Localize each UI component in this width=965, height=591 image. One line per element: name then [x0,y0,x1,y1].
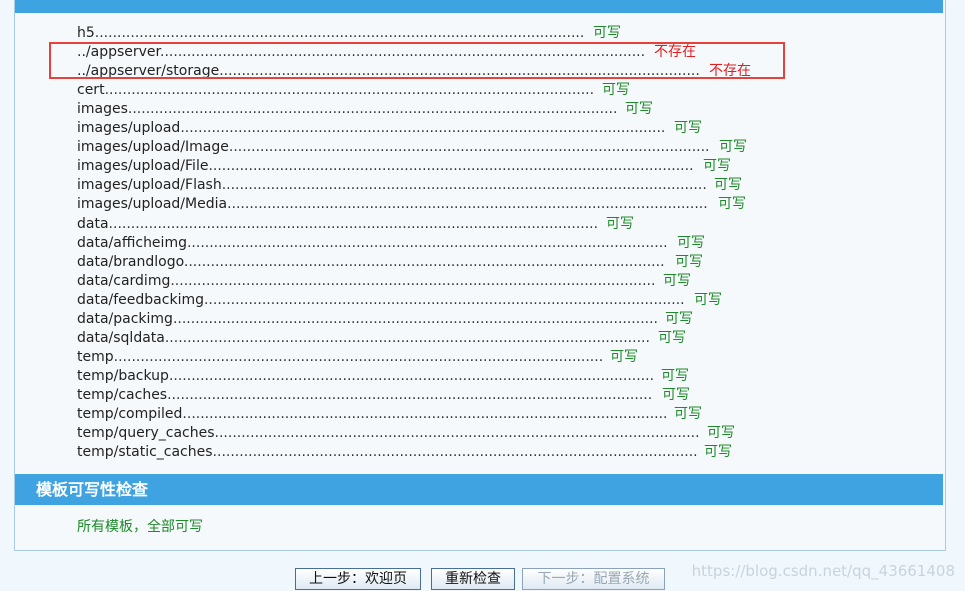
directory-path: images/upload [77,120,181,137]
dot-leader: ........................................… [228,139,710,156]
watermark: https://blog.csdn.net/qq_43661408 [691,562,955,580]
status-writable: 可写 [674,120,702,137]
directory-row: data/afficheimg.........................… [77,234,723,253]
dot-leader: ........................................… [214,425,700,442]
directory-row: images/upload...........................… [77,119,720,138]
directory-row: temp/query_caches.......................… [77,424,753,443]
dot-leader: ........................................… [167,386,653,403]
directory-row: h5......................................… [77,24,639,43]
directory-path: data/feedbackimg [77,291,204,308]
directory-path: data [77,215,109,232]
status-writable: 可写 [663,272,691,289]
directory-path: temp/backup [77,367,169,384]
directory-row: images/upload/File......................… [77,157,749,176]
directory-path: temp [77,348,114,365]
directory-row: images/upload/Flash.....................… [77,176,760,195]
directory-row: temp....................................… [77,348,656,367]
directory-path: temp/caches [77,386,168,403]
directory-row: data/cardimg............................… [77,272,709,291]
directory-row: data/packimg............................… [77,310,711,329]
template-check-result: 所有模板，全部可写 [77,519,203,535]
directory-section-header [15,0,943,13]
status-writable: 可写 [703,158,731,175]
recheck-button[interactable]: 重新检查 [431,568,515,590]
directory-path: h5 [77,25,95,41]
directory-path: data/cardimg [77,272,171,289]
status-writable: 可写 [675,253,703,270]
directory-row: data....................................… [77,215,652,234]
dot-leader: ........................................… [203,291,685,308]
directory-path: images/upload/Flash [77,177,222,194]
directory-path: data/sqldata [77,329,165,346]
status-writable: 可写 [662,386,690,403]
prev-step-button[interactable]: 上一步：欢迎页 [295,568,421,590]
directory-row: temp/static_caches......................… [77,443,750,462]
dot-leader: ........................................… [108,215,599,232]
dot-leader: ........................................… [183,253,665,270]
dot-leader: ........................................… [164,329,650,346]
dot-leader: ........................................… [94,25,585,41]
dot-leader: ........................................… [104,82,595,99]
status-writable: 可写 [718,196,746,213]
directory-row: temp/compiled...........................… [77,405,720,424]
status-writable: 可写 [610,348,638,365]
status-writable: 可写 [677,234,705,251]
dot-leader: ........................................… [113,348,604,365]
dot-leader: ........................................… [172,310,659,327]
dot-leader: ........................................… [221,177,707,194]
template-section-title: 模板可写性检查 [36,480,149,499]
directory-path: images [77,101,128,118]
dot-leader: ........................................… [168,367,655,384]
directory-row: data/sqldata............................… [77,329,704,348]
dot-leader: ........................................… [170,272,656,289]
directory-row: images/upload/Media.....................… [77,195,764,214]
directory-path: images/upload/File [77,158,209,175]
status-writable: 可写 [661,367,689,384]
status-writable: 可写 [714,177,742,194]
directory-path: data/packimg [77,310,173,327]
dot-leader: ........................................… [127,101,618,118]
missing-dirs-highlight [49,42,785,79]
directory-row: data/brandlogo..........................… [77,253,721,272]
directory-path: images/upload/Image [77,139,229,156]
status-writable: 可写 [719,139,747,156]
dot-leader: ........................................… [186,234,668,251]
directory-path: temp/compiled [77,406,183,422]
status-writable: 可写 [674,406,702,422]
dot-leader: ........................................… [182,406,668,422]
status-writable: 可写 [665,310,693,327]
directory-row: data/feedbackimg........................… [77,291,740,310]
dot-leader: ........................................… [180,120,666,137]
template-section-header: 模板可写性检查 [15,474,943,505]
status-writable: 可写 [704,444,732,461]
status-writable: 可写 [694,291,722,308]
directory-row: temp/caches.............................… [77,386,708,405]
directory-path: temp/static_caches [77,444,213,461]
dot-leader: ........................................… [212,444,698,461]
directory-path: cert [77,82,105,99]
status-writable: 可写 [602,82,630,99]
dot-leader: ........................................… [208,158,694,175]
status-writable: 可写 [707,425,735,442]
directory-row: cert....................................… [77,81,648,100]
directory-path: data/brandlogo [77,253,184,270]
dot-leader: ........................................… [227,196,708,213]
status-writable: 可写 [625,101,653,118]
directory-row: temp/backup.............................… [77,367,707,386]
directory-row: images..................................… [77,100,671,119]
next-step-button[interactable]: 下一步：配置系统 [522,568,665,590]
directory-path: data/afficheimg [77,234,187,251]
directory-path: images/upload/Media [77,196,228,213]
directory-path: temp/query_caches [77,425,215,442]
status-writable: 可写 [658,329,686,346]
status-writable: 可写 [593,25,621,41]
status-writable: 可写 [606,215,634,232]
directory-row: images/upload/Image.....................… [77,138,765,157]
